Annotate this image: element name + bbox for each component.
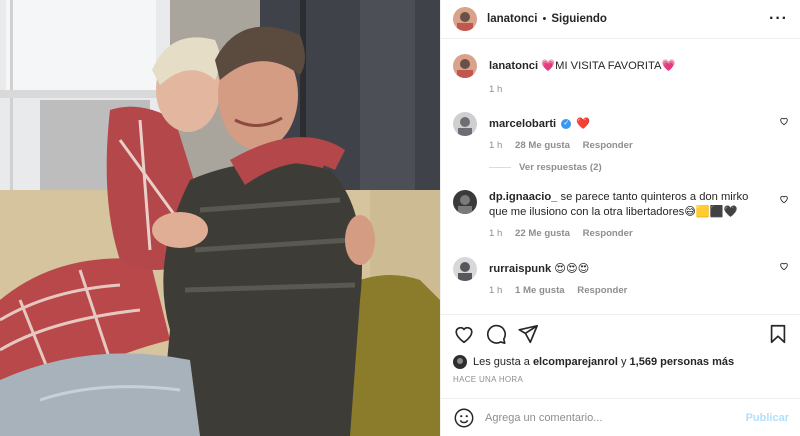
author-username[interactable]: lanatonci: [487, 13, 537, 25]
add-comment-bar: Publicar: [441, 398, 800, 436]
comment-username[interactable]: rurraispunk: [489, 263, 551, 275]
more-options-icon[interactable]: ···: [769, 11, 788, 27]
post-caption: lanatonci 💗MI VISITA FAVORITA💗 1 h: [453, 54, 789, 95]
comment-item: rurraispunk 😍😍😍 1 h 1 Me gusta Responder: [453, 257, 789, 296]
reply-button[interactable]: Responder: [577, 285, 627, 296]
commenter-avatar[interactable]: [453, 190, 477, 214]
post-header: lanatonci • Siguiendo ···: [441, 0, 800, 39]
caption-time[interactable]: 1 h: [489, 84, 502, 95]
comment-likes[interactable]: 22 Me gusta: [515, 228, 570, 239]
comment-time[interactable]: 1 h: [489, 140, 502, 151]
comment-input[interactable]: [485, 411, 746, 424]
comment-item: marcelobarti ✓ ❤️ 1 h 28 Me gusta Respon…: [453, 112, 789, 151]
paper-plane-icon[interactable]: [517, 323, 539, 345]
commenter-avatar[interactable]: [453, 112, 477, 136]
header-separator: •: [542, 13, 547, 25]
author-avatar[interactable]: [453, 7, 477, 31]
likes-summary: Les gusta a elcomparejanrol y 1,569 pers…: [441, 353, 800, 371]
verified-badge-icon: ✓: [561, 119, 572, 130]
action-icon-row: [441, 315, 800, 353]
following-button[interactable]: Siguiendo: [551, 13, 607, 25]
comment-text: ❤️: [576, 118, 591, 130]
likes-count[interactable]: 1,569 personas más: [630, 356, 735, 368]
post-actions: Les gusta a elcomparejanrol y 1,569 pers…: [441, 314, 800, 384]
comment-likes[interactable]: 28 Me gusta: [515, 140, 570, 151]
comment-text: 😍😍😍: [554, 263, 590, 275]
view-replies-button[interactable]: Ver respuestas (2): [489, 162, 602, 173]
comment-time[interactable]: 1 h: [489, 285, 502, 296]
replies-divider: [489, 166, 511, 168]
caption-username[interactable]: lanatonci: [489, 60, 538, 72]
bookmark-icon[interactable]: [767, 323, 789, 345]
comment-item: dp.ignaacio_ se parece tanto quinteros a…: [453, 190, 789, 239]
view-replies-label: Ver respuestas (2): [519, 162, 602, 173]
small-heart-icon[interactable]: [779, 116, 789, 126]
comment-icon[interactable]: [485, 323, 507, 345]
comment-username[interactable]: marcelobarti: [489, 118, 556, 130]
caption-author-avatar[interactable]: [453, 54, 477, 78]
instagram-post: lanatonci • Siguiendo ··· lanatonci 💗MI …: [0, 0, 800, 436]
reply-button[interactable]: Responder: [583, 228, 633, 239]
publish-button[interactable]: Publicar: [746, 412, 789, 424]
comment-username[interactable]: dp.ignaacio_: [489, 191, 557, 203]
comment-likes[interactable]: 1 Me gusta: [515, 285, 565, 296]
post-photo-illustration: [0, 0, 440, 436]
comment-time[interactable]: 1 h: [489, 228, 502, 239]
post-side-panel: lanatonci • Siguiendo ··· lanatonci 💗MI …: [440, 0, 800, 436]
post-timestamp[interactable]: HACE UNA HORA: [441, 371, 800, 384]
likes-conjunction: y: [620, 356, 627, 368]
liker-avatar[interactable]: [453, 355, 467, 369]
commenter-avatar[interactable]: [453, 257, 477, 281]
small-heart-icon[interactable]: [779, 261, 789, 271]
heart-icon[interactable]: [453, 323, 475, 345]
small-heart-icon[interactable]: [779, 194, 789, 204]
caption-text: 💗MI VISITA FAVORITA💗: [541, 60, 676, 72]
liker-username[interactable]: elcomparejanrol: [533, 356, 618, 368]
emoji-icon[interactable]: [453, 407, 475, 429]
post-photo[interactable]: [0, 0, 440, 436]
reply-button[interactable]: Responder: [583, 140, 633, 151]
likes-prefix: Les gusta a: [473, 356, 530, 368]
comments-section[interactable]: lanatonci 💗MI VISITA FAVORITA💗 1 h marce…: [441, 40, 800, 312]
